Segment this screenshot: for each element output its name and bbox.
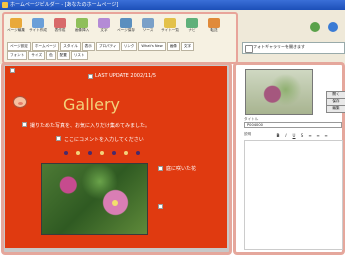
comment-text: ここにコメントを入力してください [64, 137, 144, 143]
window-title: ホームページビルダー - [あなたのホームページ] [10, 2, 119, 8]
image-marker[interactable] [88, 74, 93, 79]
tab-link[interactable]: リンク [120, 42, 138, 51]
main-toolbar: ページ編集 サイト作成 表作成 画像挿入 文字 ページ保存 ソース サイト一覧 … [2, 12, 238, 64]
refresh-icon[interactable] [310, 22, 320, 32]
color-select[interactable]: 色 [46, 51, 56, 60]
underline-button[interactable]: U [291, 133, 297, 139]
site-create-button[interactable]: サイト作成 [28, 18, 48, 40]
edit-button[interactable]: 編集 [326, 105, 345, 113]
page-save-button[interactable]: ページ保存 [116, 18, 136, 40]
comment-textarea[interactable] [244, 140, 343, 250]
page-edit-button[interactable]: ページ編集 [6, 18, 26, 40]
comment-label: 説明 [244, 132, 252, 136]
image-insert-button[interactable]: 画像挿入 [72, 18, 92, 40]
nav-icon [186, 18, 198, 28]
photo-thumbnail[interactable] [245, 69, 313, 115]
window-titlebar: ホームページビルダー - [あなたのホームページ] [0, 0, 345, 10]
font-select[interactable]: フォント [7, 51, 28, 60]
list-icon [164, 18, 176, 28]
tab-whats-new[interactable]: What's New [138, 42, 166, 51]
tab-properties[interactable]: プロパティ [95, 42, 120, 51]
tab-view[interactable]: 表示 [81, 42, 95, 51]
align-select[interactable]: 配置 [56, 51, 70, 60]
format-toolbar: B I U S ≡ ≡ ≡ [275, 132, 345, 139]
tab-style[interactable]: スタイル [60, 42, 81, 51]
toolbar-tabs-row1: ページ設定 ホームページ スタイル 表示 プロパティ リンク What's Ne… [7, 42, 235, 51]
last-update-text: LAST UPDATE 2002/11/5 [95, 73, 157, 79]
source-icon [142, 18, 154, 28]
table-icon [54, 18, 66, 28]
site-list-button[interactable]: サイト一覧 [160, 18, 180, 40]
right-toolbar [240, 12, 345, 64]
nav-dot [100, 151, 104, 155]
title-field[interactable]: P004000 [244, 122, 342, 128]
align-right-button[interactable]: ≡ [323, 133, 329, 139]
nav-dot [112, 151, 116, 155]
transfer-icon [208, 18, 220, 28]
text-icon [98, 18, 110, 28]
photo-caption: 庭に咲いた花 [166, 166, 197, 172]
tab-text[interactable]: 文字 [180, 42, 195, 51]
nav-button[interactable]: ナビ [182, 18, 202, 40]
source-button[interactable]: ソース [138, 18, 158, 40]
gallery-icon [245, 45, 253, 53]
transfer-button[interactable]: 転送 [204, 18, 224, 40]
text-button[interactable]: 文字 [94, 18, 114, 40]
align-center-button[interactable]: ≡ [315, 133, 321, 139]
image-marker[interactable] [158, 204, 163, 209]
nav-dot [88, 151, 92, 155]
flower-photo[interactable] [41, 163, 148, 235]
gallery-title: Gallery [63, 95, 120, 114]
size-select[interactable]: サイズ [28, 51, 46, 60]
bold-button[interactable]: B [275, 133, 281, 139]
pig-icon [13, 96, 27, 108]
tab-homepage[interactable]: ホームページ [31, 42, 60, 51]
align-left-button[interactable]: ≡ [307, 133, 313, 139]
tab-image[interactable]: 画像 [166, 42, 180, 51]
nav-dot [124, 151, 128, 155]
search-placeholder: フォトギャラリーを開きます [253, 44, 305, 49]
caption-marker[interactable] [158, 166, 163, 171]
nav-dot [76, 151, 80, 155]
nav-dot [136, 151, 140, 155]
anchor-marker[interactable] [10, 68, 15, 73]
italic-button[interactable]: I [283, 133, 289, 139]
tab-page-settings[interactable]: ページ設定 [7, 42, 31, 51]
intro-text: 撮りためた写真を、お気に入りだけ集めてみました。 [30, 123, 151, 129]
image-icon [76, 18, 88, 28]
bullet-marker[interactable] [56, 136, 61, 141]
toolbar-tabs-row2: フォント サイズ 色 配置 リスト [7, 51, 235, 60]
gallery-search-field[interactable]: フォトギャラリーを開きます [242, 42, 345, 54]
table-create-button[interactable]: 表作成 [50, 18, 70, 40]
list-select[interactable]: リスト [70, 51, 88, 60]
bullet-marker[interactable] [22, 122, 27, 127]
help-icon[interactable] [328, 22, 338, 32]
page-edit-icon [10, 18, 22, 28]
save-icon [120, 18, 132, 28]
strike-button[interactable]: S [299, 133, 305, 139]
nav-dot [64, 151, 68, 155]
app-icon [2, 2, 8, 8]
site-icon [32, 18, 44, 28]
